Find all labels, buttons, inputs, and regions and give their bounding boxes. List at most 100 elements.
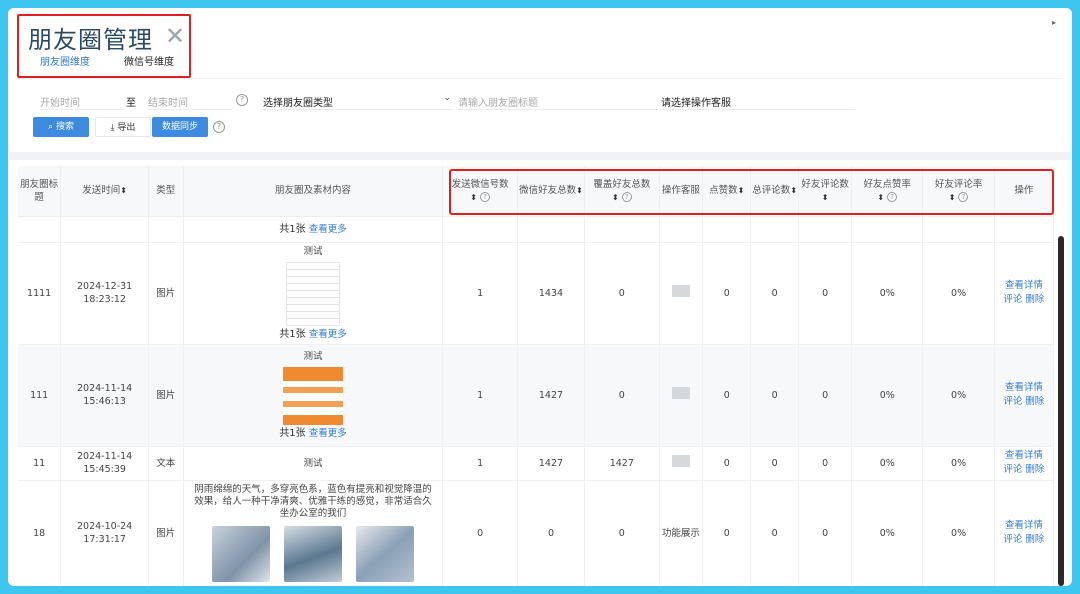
view-more-link[interactable]: 查看更多 <box>309 329 347 340</box>
image-count: 共1张 <box>279 329 306 340</box>
header-label: 操作 <box>1014 185 1034 197</box>
header-label: 朋友圈标题 <box>20 178 59 203</box>
time-clock: 15:46:13 <box>83 396 126 407</box>
delete-link[interactable]: 删除 <box>1025 464 1044 475</box>
content-thumbnail[interactable] <box>286 262 341 326</box>
cell-friend-total: 1427 <box>517 446 586 481</box>
start-date-input[interactable]: 开始时间 <box>40 90 124 110</box>
comment-link[interactable]: 评论 <box>1003 396 1022 407</box>
col-like-rate[interactable]: 好友点赞率 ⬍ ? <box>851 166 924 217</box>
search-button[interactable]: ⌕ 搜索 <box>33 117 89 137</box>
cell-time: 2024-11-14 15:45:39 <box>60 446 149 481</box>
comment-link[interactable]: 评论 <box>1003 294 1022 305</box>
image-count: 共1张 <box>279 223 306 235</box>
cell-type: 图片 <box>148 480 184 586</box>
cell-friend-total: 0 <box>517 480 586 586</box>
col-content: 朋友圈及素材内容 <box>183 166 444 217</box>
section-gap <box>8 152 1072 160</box>
header-label: 总评论数 <box>752 185 791 197</box>
page-frame: 朋友圈管理 ✕ 朋友圈维度 微信号维度 ▸ 开始时间 至 结束时间 ? 选择朋友… <box>8 8 1072 586</box>
delete-link[interactable]: 删除 <box>1025 534 1044 545</box>
cell-like-rate: 0% <box>851 344 924 447</box>
content-photo[interactable] <box>356 526 415 582</box>
sync-button[interactable]: 数据同步 <box>152 117 208 137</box>
question-circle-icon[interactable]: ? <box>958 192 969 203</box>
sort-icon[interactable]: ⬍ <box>612 193 619 202</box>
sort-icon[interactable]: ⬍ <box>790 186 797 195</box>
tab-moments-dimension[interactable]: 朋友圈维度 <box>40 53 90 68</box>
sort-icon[interactable]: ⬍ <box>576 186 583 195</box>
photo-strip <box>184 526 443 582</box>
sort-icon[interactable]: ⬍ <box>470 193 477 202</box>
moments-title-input[interactable]: 请输入朋友圈标题 <box>458 90 658 110</box>
sort-icon[interactable]: ⬍ <box>738 186 745 195</box>
content-more: 共1张 查看更多 <box>183 216 444 243</box>
view-detail-link[interactable]: 查看详情 <box>1005 382 1043 393</box>
view-detail-link[interactable]: 查看详情 <box>1005 450 1043 461</box>
delete-link[interactable]: 删除 <box>1025 396 1044 407</box>
end-date-input[interactable]: 结束时间 <box>148 90 232 110</box>
cell-cover-total: 0 <box>584 344 660 447</box>
question-circle-icon[interactable]: ? <box>621 192 632 203</box>
export-button[interactable]: ⤓ 导出 <box>95 117 151 137</box>
cell-operator <box>659 344 704 447</box>
cell-likes: 0 <box>702 480 752 586</box>
content-thumbnail[interactable] <box>283 367 344 425</box>
content-photo[interactable] <box>284 526 343 582</box>
col-friend-total[interactable]: 微信好友总数⬍ <box>517 166 586 217</box>
operator-select[interactable]: 请选择操作客服 <box>661 90 855 110</box>
view-detail-link[interactable]: 查看详情 <box>1005 520 1043 531</box>
col-comments[interactable]: 总评论数⬍ <box>750 166 800 217</box>
time-date: 2024-11-14 <box>77 383 133 394</box>
view-detail-link[interactable]: 查看详情 <box>1005 280 1043 291</box>
question-circle-icon[interactable]: ? <box>236 94 248 106</box>
empty-cell <box>517 216 586 243</box>
view-more-link[interactable]: 查看更多 <box>309 224 347 235</box>
cell-id: 18 <box>18 480 62 586</box>
cell-comment-rate: 0% <box>922 446 995 481</box>
content-photo[interactable] <box>212 526 271 582</box>
cell-comments: 0 <box>750 344 800 447</box>
vertical-scrollbar[interactable] <box>1058 236 1064 586</box>
page-title: 朋友圈管理 <box>28 26 153 54</box>
table-row: 18 2024-10-24 17:31:17 图片 阴雨绵绵的天气，多穿亮色系，蓝… <box>18 480 1054 586</box>
question-circle-icon[interactable]: ? <box>213 121 225 133</box>
col-comment-rate[interactable]: 好友评论率 ⬍ ? <box>922 166 995 217</box>
view-more-link[interactable]: 查看更多 <box>309 428 347 439</box>
cell-operator: 功能展示 <box>659 480 704 586</box>
col-likes[interactable]: 点赞数⬍ <box>702 166 752 217</box>
cell-actions: 查看详情评论 删除 <box>994 344 1054 447</box>
cell-like-rate: 0% <box>851 446 924 481</box>
cell-content: 测试 共1张 查看更多 <box>183 344 444 447</box>
content-title: 测试 <box>303 351 323 362</box>
delete-link[interactable]: 删除 <box>1025 294 1044 305</box>
sort-icon[interactable]: ⬍ <box>120 186 127 195</box>
cell-comment-rate: 0% <box>922 242 995 345</box>
header-label: 好友评论率 <box>934 178 983 190</box>
cell-send-count: 1 <box>442 344 518 447</box>
sort-icon[interactable]: ⬍ <box>822 193 829 202</box>
cell-operator <box>659 446 704 481</box>
image-count: 共1张 <box>279 428 306 439</box>
table-row: 111 2024-11-14 15:46:13 图片 测试 共1张 查看更多 1 … <box>18 344 1054 447</box>
question-circle-icon[interactable]: ? <box>480 192 491 203</box>
comment-link[interactable]: 评论 <box>1003 464 1022 475</box>
sort-icon[interactable]: ⬍ <box>949 193 956 202</box>
moments-type-select[interactable]: 选择朋友圈类型 ⌄ <box>263 90 453 110</box>
cell-friend-total: 1434 <box>517 242 586 345</box>
col-send-time[interactable]: 发送时间⬍ <box>60 166 149 217</box>
close-icon[interactable]: ✕ <box>165 22 185 50</box>
comment-link[interactable]: 评论 <box>1003 534 1022 545</box>
tab-wechat-dimension[interactable]: 微信号维度 <box>124 53 174 68</box>
col-cover-total[interactable]: 覆盖好友总数 ⬍ ? <box>584 166 660 217</box>
cell-send-count: 1 <box>442 446 518 481</box>
header-label: 点赞数 <box>709 185 738 197</box>
header: 朋友圈管理 ✕ 朋友圈维度 微信号维度 ▸ 开始时间 至 结束时间 ? 选择朋友… <box>8 8 1072 152</box>
table-header: 朋友圈标题 发送时间⬍ 类型 朋友圈及素材内容 发送微信号数 ⬍ ? 微信好友总数… <box>18 166 1054 217</box>
cell-friend-comments: 0 <box>798 446 853 481</box>
question-circle-icon[interactable]: ? <box>887 192 898 203</box>
col-friend-comments[interactable]: 好友评论数 ⬍ <box>798 166 853 217</box>
collapse-arrow-icon[interactable]: ▸ <box>1052 18 1056 27</box>
col-send-count[interactable]: 发送微信号数 ⬍ ? <box>442 166 518 217</box>
sort-icon[interactable]: ⬍ <box>877 193 884 202</box>
